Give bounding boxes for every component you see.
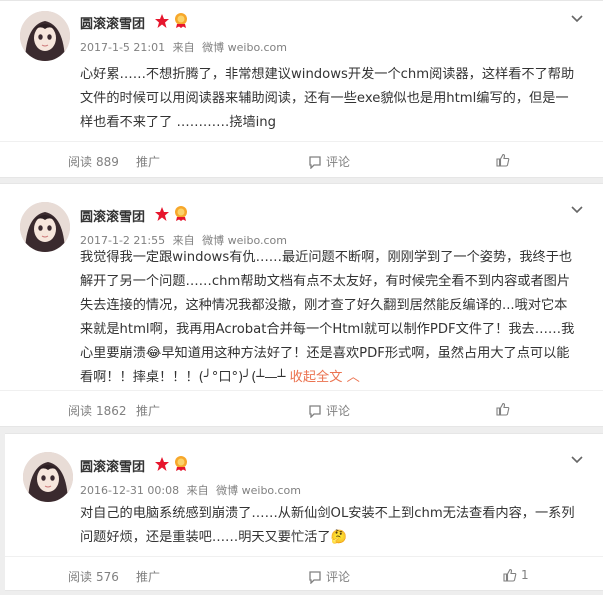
comment-label: 评论 [326, 404, 351, 418]
like-count: 1 [521, 568, 529, 582]
star-badge-icon[interactable] [154, 13, 170, 29]
thumbs-up-icon [503, 568, 517, 582]
source-prefix: 来自 [186, 484, 209, 497]
post-text: 我觉得我一定跟windows有仇……最近问题不断啊，刚刚学到了一个姿势，我终于也… [80, 246, 580, 390]
read-label: 阅读 [68, 570, 93, 584]
comment-button[interactable]: 评论 [308, 402, 350, 419]
like-button[interactable]: 1 [503, 568, 529, 582]
avatar[interactable] [23, 452, 73, 502]
read-number: 576 [96, 569, 119, 584]
medal-icon[interactable] [172, 454, 190, 472]
author-name[interactable]: 圆滚滚雪团 [80, 206, 145, 225]
star-badge-icon[interactable] [154, 456, 170, 472]
post-meta: 2016-12-31 00:08 来自 微博 weibo.com [80, 482, 305, 498]
promote-button[interactable]: 推广 [136, 402, 160, 419]
weibo-post: 圆滚滚雪团 2016-12-31 00:08 来自 微博 weibo.com 对… [5, 433, 603, 591]
read-count: 阅读 1862 [68, 402, 127, 419]
thumbs-up-icon [496, 153, 510, 167]
avatar[interactable] [20, 202, 70, 252]
read-count: 阅读 889 [68, 153, 119, 170]
author-name[interactable]: 圆滚滚雪团 [80, 13, 145, 32]
post-meta: 2017-1-5 21:01 来自 微博 weibo.com [80, 39, 291, 55]
read-number: 1862 [96, 403, 127, 418]
post-footer: 阅读 576 推广 评论 1 [5, 556, 603, 595]
like-button[interactable] [496, 402, 514, 416]
star-badge-icon[interactable] [154, 206, 170, 222]
medal-icon[interactable] [172, 204, 190, 222]
weibo-post: 圆滚滚雪团 2017-1-5 21:01 来自 微博 weibo.com 心好累… [0, 0, 603, 178]
read-count: 阅读 576 [68, 568, 119, 585]
like-button[interactable] [496, 153, 514, 167]
collapse-label: 收起全文 [289, 370, 343, 385]
post-source[interactable]: 微博 weibo.com [202, 41, 287, 54]
promote-label: 推广 [136, 570, 161, 584]
promote-button[interactable]: 推广 [136, 568, 160, 585]
post-text-body: 我觉得我一定跟windows有仇……最近问题不断啊，刚刚学到了一个姿势，我终于也… [80, 250, 575, 385]
read-label: 阅读 [68, 155, 93, 169]
author-name[interactable]: 圆滚滚雪团 [80, 456, 145, 475]
comment-label: 评论 [326, 570, 351, 584]
weibo-post: 圆滚滚雪团 2017-1-2 21:55 来自 微博 weibo.com 我觉得… [0, 183, 603, 427]
read-label: 阅读 [68, 404, 93, 418]
post-footer: 阅读 889 推广 评论 [0, 141, 603, 180]
post-footer: 阅读 1862 推广 评论 [0, 390, 603, 429]
promote-label: 推广 [136, 155, 161, 169]
chevron-down-icon[interactable] [571, 206, 583, 214]
thumbs-up-icon [496, 402, 510, 416]
chevron-up-icon: ︿ [346, 370, 360, 385]
comment-button[interactable]: 评论 [308, 153, 350, 170]
post-text: 对自己的电脑系统感到崩溃了……从新仙剑OL安装不上到chm无法查看内容，一系列问… [80, 506, 575, 545]
medal-icon[interactable] [172, 11, 190, 29]
comment-label: 评论 [326, 155, 351, 169]
avatar[interactable] [20, 11, 70, 61]
chevron-down-icon[interactable] [571, 15, 583, 23]
post-source[interactable]: 微博 weibo.com [216, 484, 301, 497]
promote-button[interactable]: 推广 [136, 153, 160, 170]
post-time[interactable]: 2017-1-5 21:01 [80, 41, 165, 54]
chevron-down-icon[interactable] [571, 456, 583, 464]
comment-icon [309, 570, 321, 584]
source-prefix: 来自 [172, 41, 195, 54]
collapse-link[interactable]: 收起全文 ︿ [290, 370, 360, 385]
post-text: 心好累……不想折腾了，非常想建议windows开发一个chm阅读器，这样看不了帮… [80, 67, 575, 130]
promote-label: 推广 [136, 404, 161, 418]
read-number: 889 [96, 154, 119, 169]
comment-button[interactable]: 评论 [308, 568, 350, 585]
comment-icon [309, 404, 321, 418]
comment-icon [309, 155, 321, 169]
post-time[interactable]: 2016-12-31 00:08 [80, 484, 179, 497]
